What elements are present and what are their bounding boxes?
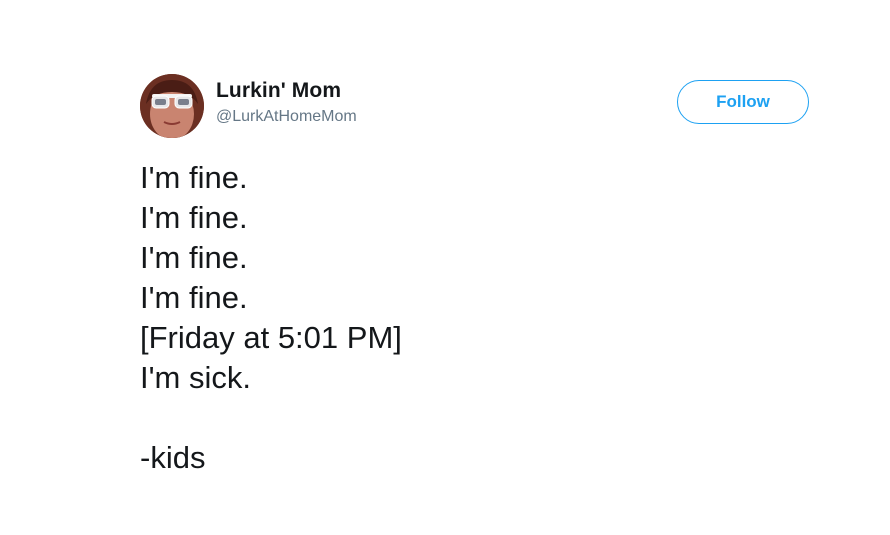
tweet-text: I'm fine. I'm fine. I'm fine. I'm fine. … xyxy=(140,158,840,478)
tweet-line: I'm fine. xyxy=(140,280,248,315)
author-avatar[interactable] xyxy=(140,74,204,138)
tweet-line: I'm sick. xyxy=(140,360,251,395)
tweet-line: I'm fine. xyxy=(140,160,248,195)
avatar-photo-icon xyxy=(140,74,204,138)
tweet-line: -kids xyxy=(140,440,206,475)
tweet-line: I'm fine. xyxy=(140,200,248,235)
tweet-line: [Friday at 5:01 PM] xyxy=(140,320,402,355)
author-display-name[interactable]: Lurkin' Mom xyxy=(216,79,341,103)
follow-button[interactable]: Follow xyxy=(677,80,809,124)
author-handle[interactable]: @LurkAtHomeMom xyxy=(216,108,357,126)
tweet-card: Lurkin' Mom @LurkAtHomeMom Follow I'm fi… xyxy=(0,0,890,535)
tweet-line: I'm fine. xyxy=(140,240,248,275)
